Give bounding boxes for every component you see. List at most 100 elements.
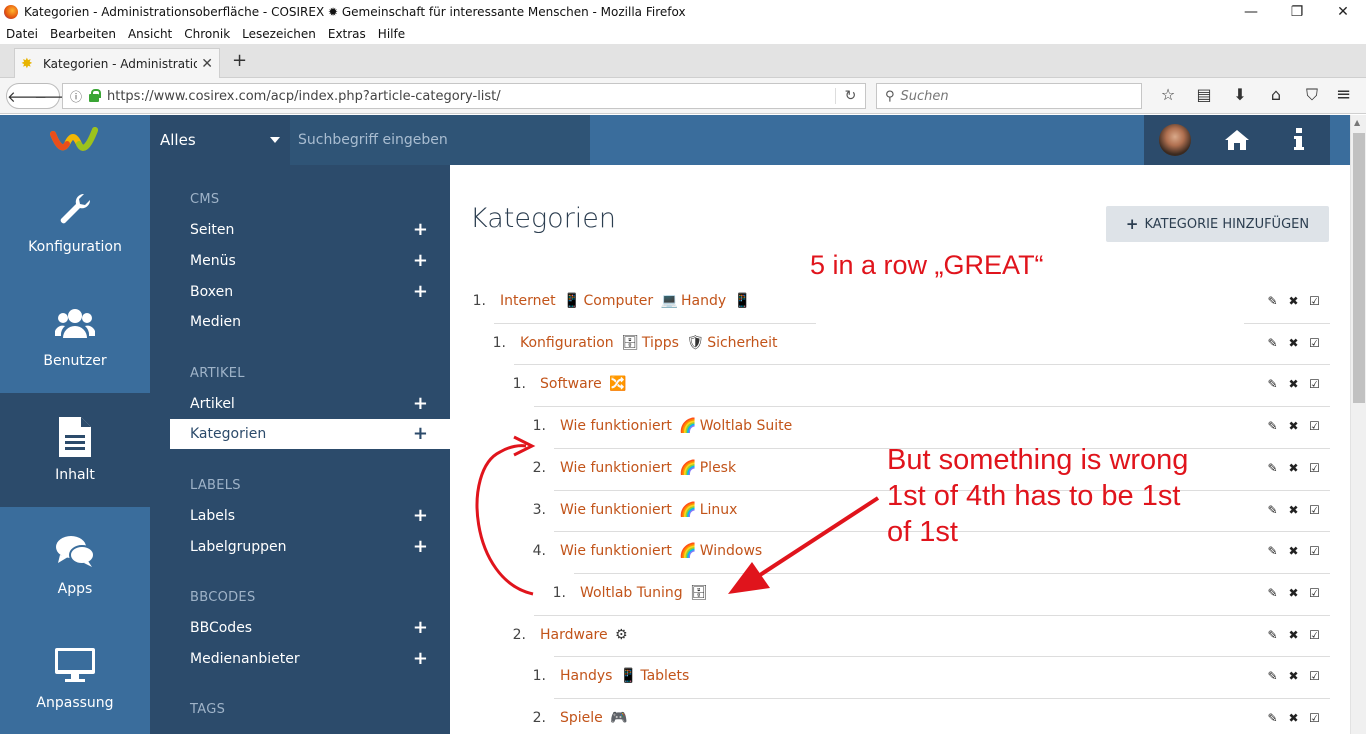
submenu-item-labels[interactable]: Labels + — [170, 501, 450, 531]
edit-pencil-icon[interactable]: ✎ — [1262, 628, 1283, 642]
submenu-item-labelgruppen[interactable]: Labelgruppen + — [170, 532, 450, 562]
edit-pencil-icon[interactable]: ✎ — [1262, 377, 1283, 391]
toggle-checkbox-icon[interactable]: ☑ — [1304, 544, 1325, 558]
edit-pencil-icon[interactable]: ✎ — [1262, 586, 1283, 600]
add-plus-icon[interactable]: + — [413, 423, 428, 444]
menu-chronik[interactable]: Chronik — [184, 27, 230, 41]
toggle-checkbox-icon[interactable]: ☑ — [1304, 461, 1325, 475]
menu-lesezeichen[interactable]: Lesezeichen — [242, 27, 316, 41]
toggle-checkbox-icon[interactable]: ☑ — [1304, 419, 1325, 433]
toggle-checkbox-icon[interactable]: ☑ — [1304, 586, 1325, 600]
add-plus-icon[interactable]: + — [413, 648, 428, 669]
hamburger-menu-icon[interactable]: ≡ — [1336, 84, 1351, 105]
restore-icon[interactable]: ❐ — [1274, 4, 1320, 20]
sidebar-item-anpassung[interactable]: Anpassung — [0, 621, 150, 735]
category-link[interactable]: Handys 📱 Tablets — [560, 668, 689, 684]
toggle-checkbox-icon[interactable]: ☑ — [1304, 377, 1325, 391]
add-plus-icon[interactable]: + — [413, 219, 428, 240]
edit-pencil-icon[interactable]: ✎ — [1262, 503, 1283, 517]
add-plus-icon[interactable]: + — [413, 393, 428, 414]
back-arrow-icon[interactable]: 🡐 — [7, 87, 47, 106]
close-icon[interactable]: ✕ — [1320, 4, 1366, 20]
category-link[interactable]: Wie funktioniert 🌈 Windows — [560, 543, 762, 559]
delete-x-icon[interactable]: ✖ — [1283, 628, 1304, 642]
add-category-button[interactable]: + KATEGORIE HINZUFÜGEN — [1106, 206, 1329, 242]
add-plus-icon[interactable]: + — [413, 505, 428, 526]
category-link[interactable]: Spiele 🎮 — [560, 710, 631, 726]
toggle-checkbox-icon[interactable]: ☑ — [1304, 503, 1325, 517]
category-link[interactable]: Konfiguration 🗄 Tipps 🛡 Sicherheit — [520, 335, 778, 351]
toggle-checkbox-icon[interactable]: ☑ — [1304, 711, 1325, 725]
delete-x-icon[interactable]: ✖ — [1283, 711, 1304, 725]
reload-icon[interactable]: ↻ — [835, 88, 865, 104]
scroll-up-arrow-icon[interactable]: ▲ — [1354, 118, 1360, 127]
bookmark-star-icon[interactable]: ☆ — [1150, 84, 1186, 106]
url-bar[interactable]: ⓘ https://www.cosirex.com/acp/index.php?… — [62, 83, 866, 109]
category-link[interactable]: Wie funktioniert 🌈 Linux — [560, 502, 737, 518]
download-icon[interactable]: ⬇ — [1222, 84, 1258, 106]
edit-pencil-icon[interactable]: ✎ — [1262, 461, 1283, 475]
forward-arrow-icon[interactable]: 🡒 — [34, 87, 74, 106]
add-plus-icon[interactable]: + — [413, 536, 428, 557]
edit-pencil-icon[interactable]: ✎ — [1262, 544, 1283, 558]
toggle-checkbox-icon[interactable]: ☑ — [1304, 628, 1325, 642]
pocket-icon[interactable]: ⛉ — [1294, 84, 1330, 106]
info-button[interactable] — [1268, 115, 1330, 165]
submenu-item-medienanbieter[interactable]: Medienanbieter + — [170, 644, 450, 674]
menu-datei[interactable]: Datei — [6, 27, 38, 41]
page-scrollbar[interactable]: ▲ — [1350, 115, 1366, 734]
category-link[interactable]: Software 🔀 — [540, 376, 630, 392]
home-button[interactable] — [1206, 115, 1268, 165]
home-icon[interactable]: ⌂ — [1258, 84, 1294, 106]
submenu-item-artikel[interactable]: Artikel + — [170, 389, 450, 419]
submenu-item-boxen[interactable]: Boxen + — [170, 277, 450, 307]
sidebar-item-benutzer[interactable]: Benutzer — [0, 279, 150, 393]
scrollbar-thumb[interactable] — [1353, 133, 1365, 403]
category-link[interactable]: Internet 📱 Computer 💻 Handy 📱 — [500, 293, 754, 309]
tab-kategorien[interactable]: ✸ Kategorien - Administration ✕ — [14, 48, 220, 78]
edit-pencil-icon[interactable]: ✎ — [1262, 336, 1283, 350]
category-link[interactable]: Wie funktioniert 🌈 Woltlab Suite — [560, 418, 792, 434]
lock-icon[interactable] — [87, 89, 101, 103]
delete-x-icon[interactable]: ✖ — [1283, 336, 1304, 350]
info-icon[interactable]: ⓘ — [67, 88, 85, 105]
delete-x-icon[interactable]: ✖ — [1283, 419, 1304, 433]
new-tab-plus-icon[interactable]: + — [232, 50, 247, 71]
edit-pencil-icon[interactable]: ✎ — [1262, 294, 1283, 308]
edit-pencil-icon[interactable]: ✎ — [1262, 669, 1283, 683]
add-plus-icon[interactable]: + — [413, 250, 428, 271]
delete-x-icon[interactable]: ✖ — [1283, 669, 1304, 683]
delete-x-icon[interactable]: ✖ — [1283, 503, 1304, 517]
delete-x-icon[interactable]: ✖ — [1283, 586, 1304, 600]
delete-x-icon[interactable]: ✖ — [1283, 461, 1304, 475]
submenu-item-bbcodes[interactable]: BBCodes + — [170, 613, 450, 643]
edit-pencil-icon[interactable]: ✎ — [1262, 419, 1283, 433]
user-avatar-button[interactable] — [1144, 115, 1206, 165]
menu-ansicht[interactable]: Ansicht — [128, 27, 172, 41]
tab-close-icon[interactable]: ✕ — [201, 56, 213, 72]
submenu-item-kategorien[interactable]: Kategorien + — [170, 419, 450, 449]
delete-x-icon[interactable]: ✖ — [1283, 294, 1304, 308]
toggle-checkbox-icon[interactable]: ☑ — [1304, 669, 1325, 683]
search-scope-select[interactable]: Alles — [150, 115, 290, 165]
edit-pencil-icon[interactable]: ✎ — [1262, 711, 1283, 725]
category-link[interactable]: Wie funktioniert 🌈 Plesk — [560, 460, 736, 476]
toggle-checkbox-icon[interactable]: ☑ — [1304, 336, 1325, 350]
url-text[interactable]: https://www.cosirex.com/acp/index.php?ar… — [107, 89, 835, 104]
submenu-item-medien[interactable]: Medien — [170, 307, 450, 337]
submenu-item-seiten[interactable]: Seiten + — [170, 215, 450, 245]
search-input[interactable]: ⚲ Suchen — [876, 83, 1142, 109]
reading-list-icon[interactable]: ▤ — [1186, 84, 1222, 106]
category-link[interactable]: Woltlab Tuning 🗄 — [580, 585, 711, 601]
category-link[interactable]: Hardware ⚙ — [540, 627, 631, 643]
menu-extras[interactable]: Extras — [328, 27, 366, 41]
sidebar-item-inhalt[interactable]: Inhalt — [0, 393, 150, 507]
acp-search-input[interactable]: Suchbegriff eingeben — [290, 115, 590, 165]
delete-x-icon[interactable]: ✖ — [1283, 377, 1304, 391]
minimize-icon[interactable]: — — [1228, 4, 1274, 20]
sidebar-item-apps[interactable]: Apps — [0, 507, 150, 621]
sidebar-item-konfiguration[interactable]: Konfiguration — [0, 165, 150, 279]
menu-bearbeiten[interactable]: Bearbeiten — [50, 27, 116, 41]
toggle-checkbox-icon[interactable]: ☑ — [1304, 294, 1325, 308]
woltlab-logo-icon[interactable] — [0, 115, 150, 165]
